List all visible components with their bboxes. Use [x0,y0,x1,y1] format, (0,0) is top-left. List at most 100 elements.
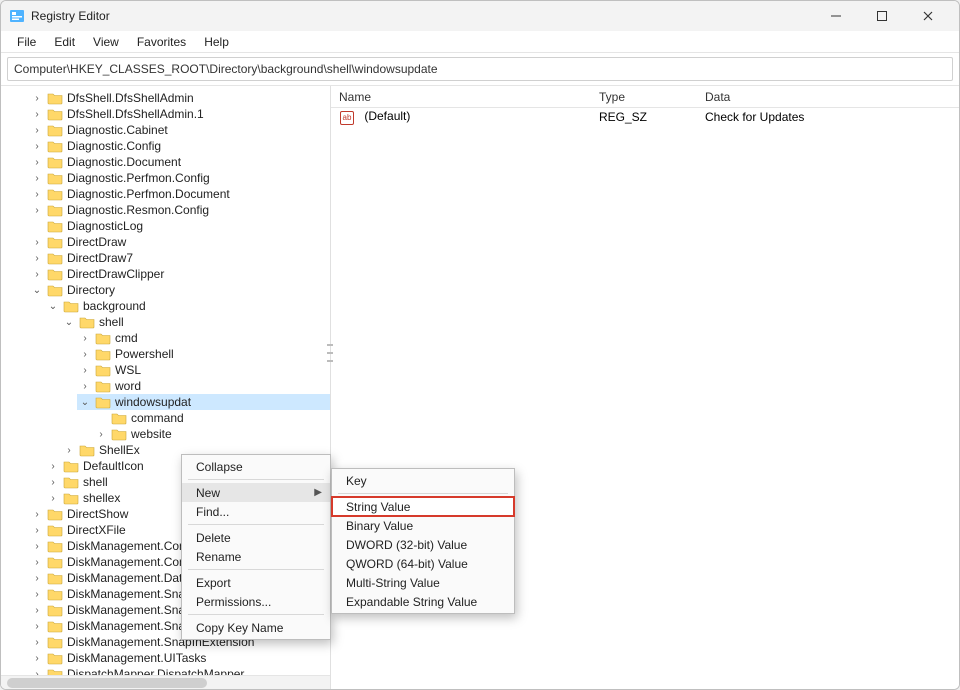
chevron-right-icon[interactable]: › [31,237,43,248]
close-button[interactable] [905,1,951,31]
chevron-right-icon[interactable]: › [31,109,43,120]
ctx-new-multi-string-value[interactable]: Multi-String Value [332,573,514,592]
menu-favorites[interactable]: Favorites [129,33,194,51]
col-type[interactable]: Type [591,90,697,104]
ctx-permissions[interactable]: Permissions... [182,592,330,611]
tree-node[interactable]: ›command [93,410,330,426]
menu-view[interactable]: View [85,33,127,51]
chevron-right-icon[interactable]: › [31,525,43,536]
tree-node[interactable]: ›DfsShell.DfsShellAdmin.1 [29,106,330,122]
chevron-down-icon[interactable]: ⌄ [47,301,59,312]
ctx-rename[interactable]: Rename [182,547,330,566]
tree-node[interactable]: ›Diagnostic.Perfmon.Config [29,170,330,186]
folder-icon [47,219,63,233]
tree-label: word [115,379,143,393]
folder-icon [95,379,111,393]
folder-icon [47,235,63,249]
ctx-copy-key-name[interactable]: Copy Key Name [182,618,330,637]
chevron-right-icon[interactable]: › [31,125,43,136]
chevron-down-icon[interactable]: ⌄ [63,317,75,328]
chevron-right-icon[interactable]: › [31,557,43,568]
ctx-export[interactable]: Export [182,573,330,592]
tree-label: Diagnostic.Document [67,155,183,169]
chevron-right-icon[interactable]: › [47,493,59,504]
tree-node[interactable]: ›Diagnostic.Perfmon.Document [29,186,330,202]
ctx-sep [188,614,324,615]
tree-node[interactable]: ›website [93,426,330,442]
ctx-new-expandable-string-value[interactable]: Expandable String Value [332,592,514,611]
tree-node[interactable]: ›DiagnosticLog [29,218,330,234]
tree-label: Directory [67,283,117,297]
ctx-new-string-value[interactable]: String Value [332,497,514,516]
tree-node[interactable]: ›Diagnostic.Cabinet [29,122,330,138]
chevron-right-icon[interactable]: › [31,573,43,584]
ctx-collapse[interactable]: Collapse [182,457,330,476]
chevron-right-icon[interactable]: › [31,157,43,168]
tree-node[interactable]: ›Powershell [77,346,330,362]
tree-node[interactable]: ›WSL [77,362,330,378]
tree-node[interactable]: ›cmd [77,330,330,346]
tree-node[interactable]: ›DiskManagement.UITasks [29,650,330,666]
chevron-right-icon[interactable]: › [31,173,43,184]
tree-node[interactable]: ›DirectDraw [29,234,330,250]
col-data[interactable]: Data [697,90,959,104]
chevron-down-icon[interactable]: ⌄ [31,285,43,296]
chevron-right-icon[interactable]: › [31,141,43,152]
ctx-sep [188,524,324,525]
folder-icon [63,475,79,489]
tree-node[interactable]: › word [77,378,330,394]
chevron-right-icon[interactable]: › [31,509,43,520]
ctx-new[interactable]: New ▶ [182,483,330,502]
tree-node[interactable]: ›DirectDraw7 [29,250,330,266]
col-name[interactable]: Name [331,90,591,104]
tree-node[interactable]: ›Diagnostic.Config [29,138,330,154]
tree-label: ShellEx [99,443,142,457]
content-area: ›DfsShell.DfsShellAdmin›DfsShell.DfsShel… [1,85,959,689]
ctx-delete[interactable]: Delete [182,528,330,547]
chevron-right-icon[interactable]: › [95,429,107,440]
tree-node[interactable]: ⌄background [45,298,330,314]
chevron-right-icon[interactable]: › [63,445,75,456]
chevron-right-icon[interactable]: › [31,541,43,552]
tree-node[interactable]: ⌄windowsupdat [77,394,330,410]
chevron-right-icon[interactable]: › [79,365,91,376]
chevron-right-icon[interactable]: › [31,205,43,216]
ctx-find[interactable]: Find... [182,502,330,521]
chevron-down-icon[interactable]: ⌄ [79,397,91,408]
chevron-right-icon[interactable]: › [79,333,91,344]
chevron-right-icon[interactable]: › [79,349,91,360]
tree-node[interactable]: ›Diagnostic.Resmon.Config [29,202,330,218]
value-row[interactable]: ab (Default) REG_SZ Check for Updates [331,108,959,126]
ctx-new-binary-value[interactable]: Binary Value [332,516,514,535]
tree-horizontal-scrollbar[interactable] [1,675,330,689]
tree-node[interactable]: ⌄shell [61,314,330,330]
chevron-right-icon[interactable]: › [31,653,43,664]
chevron-right-icon[interactable]: › [31,589,43,600]
ctx-new-key[interactable]: Key [332,471,514,490]
tree-node[interactable]: › Diagnostic.Document [29,154,330,170]
chevron-right-icon[interactable]: › [31,269,43,280]
tree-node[interactable]: ⌄ Directory [29,282,330,298]
ctx-new-qword-value[interactable]: QWORD (64-bit) Value [332,554,514,573]
chevron-right-icon[interactable]: › [31,621,43,632]
maximize-button[interactable] [859,1,905,31]
menu-edit[interactable]: Edit [46,33,83,51]
chevron-right-icon[interactable]: › [79,381,91,392]
ctx-new-dword-value[interactable]: DWORD (32-bit) Value [332,535,514,554]
chevron-right-icon[interactable]: › [47,477,59,488]
tree-label: DiskManagement.Contr [67,555,195,569]
tree-node[interactable]: ›DirectDrawClipper [29,266,330,282]
splitter-handle[interactable] [327,344,333,362]
tree-node[interactable]: ›DfsShell.DfsShellAdmin [29,90,330,106]
minimize-button[interactable] [813,1,859,31]
chevron-right-icon[interactable]: › [31,637,43,648]
chevron-right-icon[interactable]: › [31,93,43,104]
menu-file[interactable]: File [9,33,44,51]
scrollbar-thumb[interactable] [7,678,207,688]
chevron-right-icon[interactable]: › [31,189,43,200]
address-bar[interactable]: Computer\HKEY_CLASSES_ROOT\Directory\bac… [7,57,953,81]
chevron-right-icon[interactable]: › [31,605,43,616]
chevron-right-icon[interactable]: › [47,461,59,472]
menu-help[interactable]: Help [196,33,237,51]
chevron-right-icon[interactable]: › [31,253,43,264]
